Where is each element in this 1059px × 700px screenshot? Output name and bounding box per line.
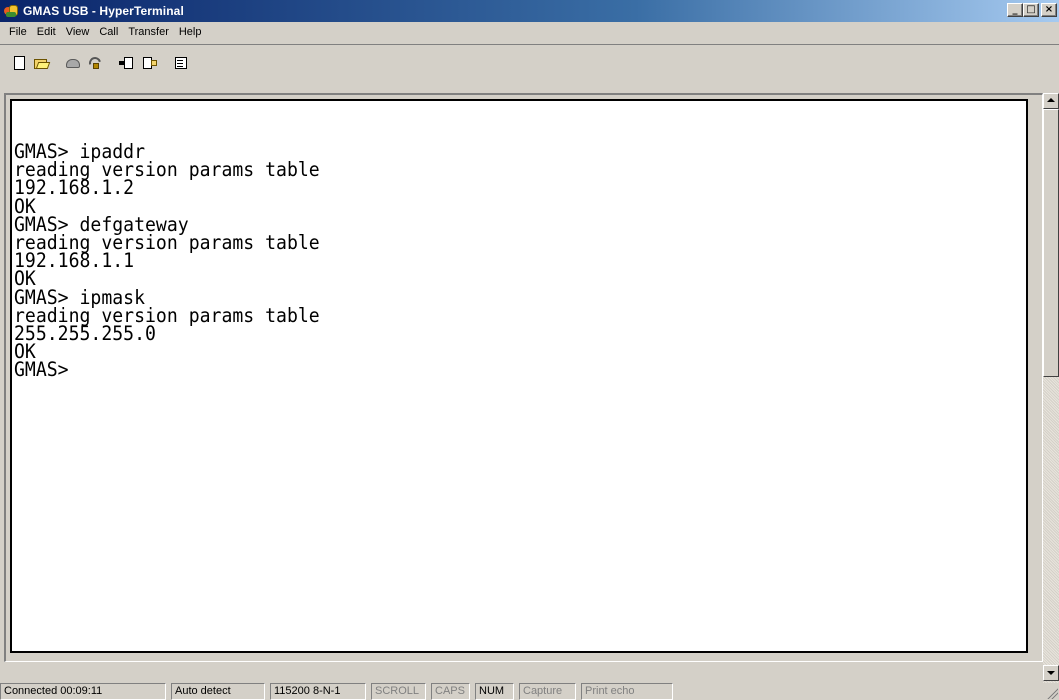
call-button[interactable] xyxy=(62,53,83,73)
toolbar xyxy=(0,44,1059,92)
maximize-button[interactable]: □ xyxy=(1023,3,1039,17)
terminal-line: reading version params table xyxy=(14,231,320,255)
resize-grip-icon[interactable] xyxy=(1046,687,1058,699)
window-title: GMAS USB - HyperTerminal xyxy=(23,4,184,18)
status-num: NUM xyxy=(475,683,514,700)
new-connection-button[interactable] xyxy=(8,53,29,73)
terminal-prompt: GMAS> xyxy=(14,358,69,382)
close-button[interactable]: × xyxy=(1041,3,1057,17)
status-capture: Capture xyxy=(519,683,576,700)
minimize-button[interactable]: _ xyxy=(1007,3,1023,17)
send-file-icon xyxy=(118,55,135,71)
disconnect-icon xyxy=(86,54,103,72)
disconnect-button[interactable] xyxy=(84,53,105,73)
arrow-down-icon xyxy=(1047,671,1055,675)
hyperterminal-app-icon[interactable] xyxy=(3,3,19,19)
title-bar[interactable]: GMAS USB - HyperTerminal _ □ × xyxy=(0,0,1059,22)
terminal-line: 255.255.255.0 xyxy=(14,322,156,346)
terminal-frame: GMAS> ipaddr reading version params tabl… xyxy=(4,93,1043,662)
status-connected: Connected 00:09:11 xyxy=(0,683,166,700)
terminal-line: 192.168.1.2 xyxy=(14,176,135,200)
menu-view[interactable]: View xyxy=(61,26,95,38)
menu-help[interactable]: Help xyxy=(174,26,207,38)
terminal-line: reading version params table xyxy=(14,158,320,182)
open-folder-icon xyxy=(33,55,50,71)
new-document-icon xyxy=(11,55,27,71)
receive-button[interactable] xyxy=(138,53,159,73)
phone-icon xyxy=(65,55,81,71)
status-auto-detect: Auto detect xyxy=(171,683,265,700)
scroll-up-button[interactable] xyxy=(1043,93,1059,109)
arrow-up-icon xyxy=(1047,98,1055,102)
menu-transfer[interactable]: Transfer xyxy=(123,26,174,38)
menu-edit[interactable]: Edit xyxy=(32,26,61,38)
status-port-settings: 115200 8-N-1 xyxy=(270,683,366,700)
menu-file[interactable]: File xyxy=(4,26,32,38)
status-caps: CAPS xyxy=(431,683,470,700)
receive-file-icon xyxy=(141,55,157,71)
properties-button[interactable] xyxy=(170,53,191,73)
status-bar: Connected 00:09:11 Auto detect 115200 8-… xyxy=(0,683,1059,700)
menu-call[interactable]: Call xyxy=(94,26,123,38)
terminal-screen[interactable]: GMAS> ipaddr reading version params tabl… xyxy=(10,99,1028,653)
properties-icon xyxy=(173,55,189,71)
send-button[interactable] xyxy=(116,53,137,73)
terminal-line: OK xyxy=(14,267,36,291)
terminal-line: OK xyxy=(14,340,36,364)
status-print-echo: Print echo xyxy=(581,683,673,700)
status-scroll: SCROLL xyxy=(371,683,426,700)
scroll-down-button[interactable] xyxy=(1043,665,1059,681)
scrollbar-thumb[interactable] xyxy=(1043,109,1059,377)
open-button[interactable] xyxy=(30,53,51,73)
terminal-line: 192.168.1.1 xyxy=(14,249,135,273)
window-controls: _ □ × xyxy=(1007,3,1057,17)
menu-bar: File Edit View Call Transfer Help xyxy=(0,22,1059,42)
vertical-scrollbar[interactable] xyxy=(1043,93,1059,683)
